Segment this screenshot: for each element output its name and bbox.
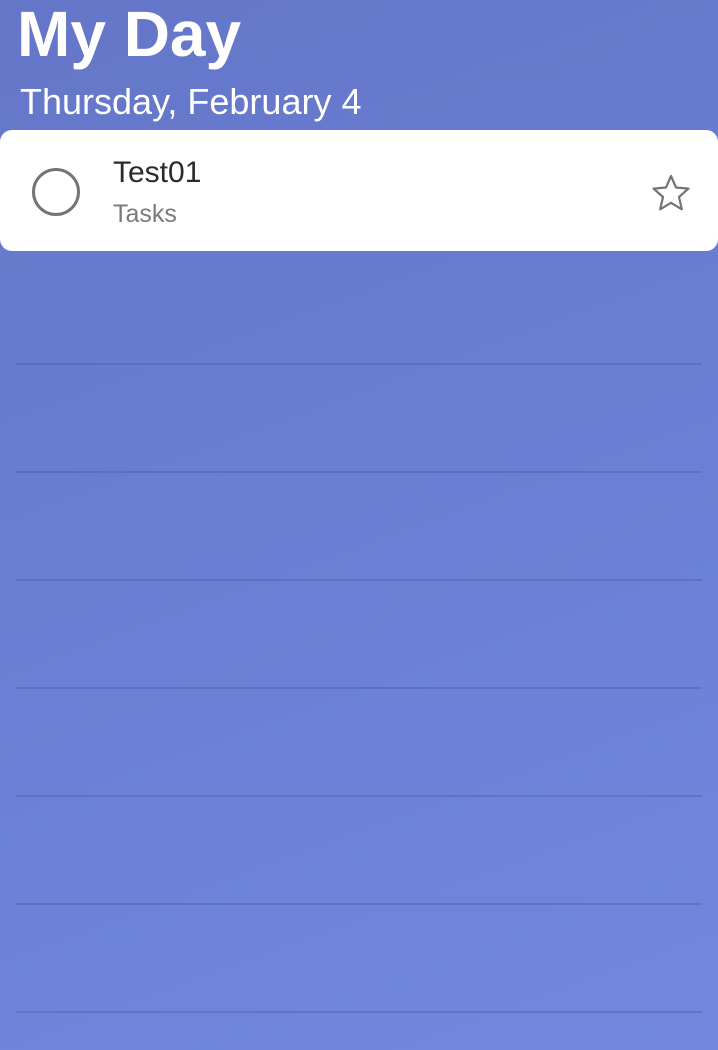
complete-task-checkbox[interactable] <box>32 168 80 216</box>
list-divider <box>16 363 702 365</box>
task-list-name: Tasks <box>113 200 177 228</box>
page-title: My Day <box>17 0 242 70</box>
list-divider <box>16 1011 702 1013</box>
date-subtitle: Thursday, February 4 <box>20 81 362 122</box>
list-divider <box>16 579 702 581</box>
star-icon[interactable] <box>650 172 692 214</box>
list-divider <box>16 903 702 905</box>
list-divider <box>16 795 702 797</box>
task-item[interactable]: Test01 Tasks <box>0 130 718 251</box>
list-divider <box>16 687 702 689</box>
task-title: Test01 <box>113 156 202 189</box>
list-divider <box>16 471 702 473</box>
